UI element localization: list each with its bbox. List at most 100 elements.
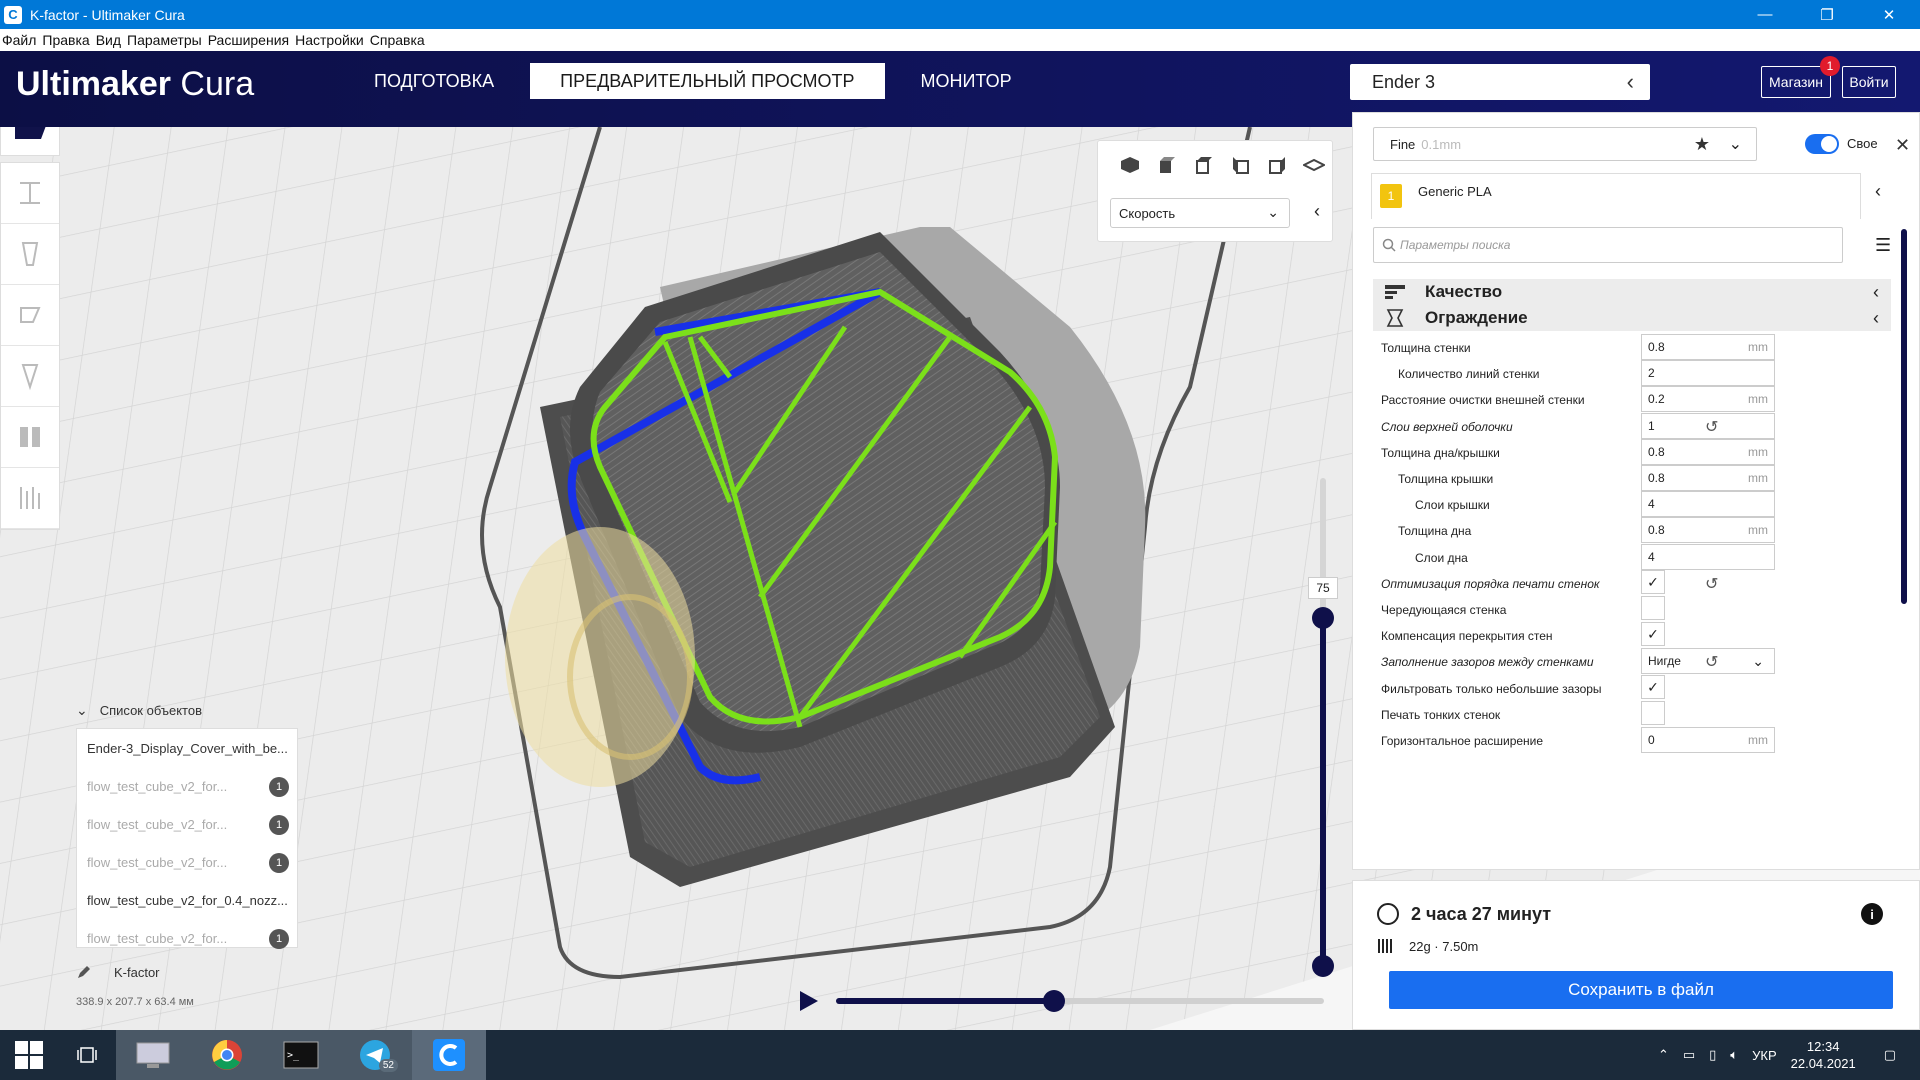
path-slider-track[interactable] [836, 998, 1324, 1004]
taskbar-app-cura[interactable] [412, 1030, 486, 1080]
left-view-button[interactable] [1222, 155, 1259, 175]
battery-icon[interactable]: ▯ [1709, 1047, 1716, 1063]
per-model-settings-button[interactable] [1, 407, 59, 468]
menu-settings[interactable]: Настройки [295, 32, 364, 48]
stage-tabs: ПОДГОТОВКА ПРЕДВАРИТЕЛЬНЫЙ ПРОСМОТР МОНИ… [352, 63, 1048, 99]
star-icon[interactable]: ★ [1694, 134, 1710, 155]
settings-scrollbar[interactable] [1901, 229, 1907, 604]
front-view-button[interactable] [1149, 155, 1186, 175]
quality-profile-select[interactable]: Fine 0.1mm ★ ⌄ [1373, 127, 1757, 161]
menu-view[interactable]: Вид [96, 32, 121, 48]
taskbar-app-telegram[interactable]: 52 [338, 1030, 412, 1080]
mirror-tool-button[interactable] [1, 346, 59, 407]
cura-icon [433, 1039, 465, 1071]
chevron-up-icon[interactable]: ⌃ [1658, 1047, 1669, 1063]
login-button[interactable]: Войти [1842, 66, 1896, 98]
setting-value-input[interactable]: 0.8 mm [1641, 465, 1775, 491]
printer-selector[interactable]: Ender 3 ‹ [1350, 64, 1650, 100]
setting-label: Слои крышки [1415, 498, 1490, 512]
list-item[interactable]: Ender-3_Display_Cover_with_be... [77, 729, 297, 767]
list-item[interactable]: flow_test_cube_v2_for... 1 [77, 919, 297, 957]
setting-value-input[interactable]: 4 [1641, 544, 1775, 570]
list-item[interactable]: flow_test_cube_v2_for_0.4_nozz... [77, 881, 297, 919]
setting-checkbox[interactable] [1641, 701, 1665, 725]
right-view-button[interactable] [1259, 155, 1296, 175]
minimize-button[interactable]: — [1734, 0, 1796, 29]
view-panel-collapse-button[interactable]: ‹ [1314, 201, 1320, 222]
speaker-icon[interactable]: 🔈︎ [1730, 1047, 1738, 1063]
setting-value-input[interactable]: 0.2 mm [1641, 386, 1775, 412]
setting-value-input[interactable]: 0.8 mm [1641, 517, 1775, 543]
start-button[interactable] [0, 1030, 58, 1080]
menu-parameters[interactable]: Параметры [127, 32, 202, 48]
reset-icon[interactable]: ↺ [1705, 574, 1718, 594]
setting-value-input[interactable]: 0 mm [1641, 727, 1775, 753]
network-icon[interactable]: ▭ [1683, 1047, 1695, 1063]
setting-value-input[interactable]: 2 [1641, 360, 1775, 386]
list-item[interactable]: flow_test_cube_v2_for... 1 [77, 767, 297, 805]
object-list-header[interactable]: ⌄ Список объектов [76, 702, 202, 719]
menu-extensions[interactable]: Расширения [208, 32, 289, 48]
close-button[interactable]: ✕ [1858, 0, 1920, 29]
extruder-tab[interactable]: 1 Generic PLA [1371, 173, 1861, 219]
info-icon[interactable]: i [1861, 903, 1883, 925]
top-view-button[interactable] [1185, 155, 1222, 175]
list-item[interactable]: flow_test_cube_v2_for... 1 [77, 805, 297, 843]
list-item[interactable]: flow_test_cube_v2_for... 1 [77, 843, 297, 881]
setting-value-input[interactable]: 0.8 mm [1641, 439, 1775, 465]
menu-help[interactable]: Справка [370, 32, 425, 48]
layer-slider-top-handle[interactable] [1312, 607, 1334, 629]
setting-label: Печать тонких стенок [1381, 708, 1501, 722]
notifications-icon[interactable]: ▢ [1884, 1047, 1896, 1063]
scene-dimensions: 338.9 x 207.7 x 63.4 мм [76, 996, 194, 1008]
move-tool-button[interactable] [1, 163, 59, 224]
scale-tool-button[interactable] [1, 224, 59, 285]
rotate-tool-button[interactable] [1, 285, 59, 346]
job-name[interactable]: K-factor [76, 964, 160, 980]
taskbar-app-terminal[interactable]: >_ [264, 1030, 338, 1080]
layer-slider-bottom-handle[interactable] [1312, 955, 1334, 977]
open-file-button[interactable] [0, 127, 60, 156]
setting-checkbox[interactable]: ✓ [1641, 622, 1665, 646]
color-scheme-select[interactable]: Скорость ⌄ [1110, 198, 1290, 228]
layer-number-label[interactable]: 75 [1308, 577, 1338, 599]
extruder-badge: 1 [269, 777, 289, 797]
cube-top-icon [1195, 157, 1212, 174]
setting-checkbox[interactable]: ✓ [1641, 570, 1665, 594]
tab-prepare[interactable]: ПОДГОТОВКА [352, 63, 516, 99]
tab-monitor[interactable]: МОНИТОР [899, 63, 1034, 99]
object-list-title: Список объектов [99, 703, 202, 718]
language-indicator[interactable]: УКР [1752, 1048, 1777, 1063]
menu-file[interactable]: Файл [2, 32, 36, 48]
view-orientation-buttons [1098, 141, 1332, 175]
settings-menu-icon[interactable]: ☰ [1875, 235, 1891, 256]
layer-slider-track[interactable] [1320, 614, 1326, 968]
setting-dropdown[interactable]: Нигде ⌄ [1641, 648, 1775, 674]
setting-label: Оптимизация порядка печати стенок [1381, 577, 1600, 591]
maximize-button[interactable]: ❐ [1796, 0, 1858, 29]
custom-mode-toggle[interactable] [1805, 134, 1839, 154]
clock[interactable]: 12:34 22.04.2021 [1791, 1038, 1856, 1072]
play-simulation-button[interactable] [800, 991, 818, 1011]
close-icon[interactable]: ✕ [1895, 135, 1910, 156]
menu-edit[interactable]: Правка [42, 32, 89, 48]
3d-view-button[interactable] [1112, 155, 1149, 175]
support-blocker-button[interactable] [1, 468, 59, 529]
tab-preview[interactable]: ПРЕДВАРИТЕЛЬНЫЙ ПРОСМОТР [530, 63, 885, 99]
taskbar-app-system-monitor[interactable] [116, 1030, 190, 1080]
setting-value-input[interactable]: 1 [1641, 413, 1775, 439]
path-slider-handle[interactable] [1043, 990, 1065, 1012]
setting-checkbox[interactable]: ✓ [1641, 675, 1665, 699]
save-to-file-button[interactable]: Сохранить в файл [1389, 971, 1893, 1009]
layer-view-button[interactable] [1295, 155, 1332, 175]
category-shell[interactable]: Ограждение ‹ [1373, 305, 1891, 331]
taskbar-app-chrome[interactable] [190, 1030, 264, 1080]
chevron-left-icon[interactable]: ‹ [1875, 181, 1881, 202]
setting-value-input[interactable]: 4 [1641, 491, 1775, 517]
task-view-button[interactable] [58, 1030, 116, 1080]
category-quality[interactable]: Качество ‹ [1373, 279, 1891, 305]
setting-value-input[interactable]: 0.8 mm [1641, 334, 1775, 360]
printer-name: Ender 3 [1372, 71, 1436, 92]
setting-checkbox[interactable] [1641, 596, 1665, 620]
settings-search-input[interactable]: Параметры поиска [1373, 227, 1843, 263]
